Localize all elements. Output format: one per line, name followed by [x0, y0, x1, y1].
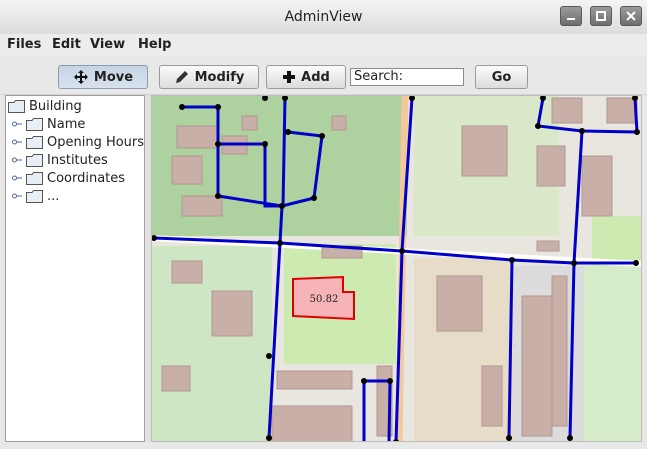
close-icon — [626, 11, 636, 21]
lawn-area-east — [592, 216, 641, 266]
move-label: Move — [93, 69, 134, 85]
tree-expand-icon — [12, 193, 22, 199]
tree-item-label: Coordinates — [47, 170, 126, 186]
folder-icon — [26, 117, 43, 131]
title-bar: AdminView — [0, 0, 647, 35]
tree-item-more[interactable]: ... — [12, 187, 59, 205]
go-label: Go — [491, 69, 512, 85]
tree-expand-icon — [12, 139, 22, 145]
map-canvas: 50.82 — [152, 96, 641, 441]
modify-button[interactable]: Modify — [159, 65, 259, 89]
tree-item-label: ... — [47, 188, 60, 204]
map-view[interactable]: 50.82 — [151, 95, 642, 442]
tree-item-opening-hours[interactable]: Opening Hours — [12, 133, 144, 151]
plus-icon — [283, 71, 296, 83]
building-tree: Building Name Opening Hours Institutes C… — [5, 95, 145, 442]
go-button[interactable]: Go — [475, 65, 528, 89]
toolbar: Move Modify Add Go — [0, 56, 647, 95]
move-button[interactable]: Move — [58, 65, 148, 89]
modify-label: Modify — [194, 69, 245, 85]
menu-view[interactable]: View — [90, 37, 125, 52]
minimize-button[interactable] — [560, 6, 582, 26]
tree-root-building[interactable]: Building — [8, 97, 82, 115]
pencil-icon — [175, 71, 188, 83]
close-button[interactable] — [620, 6, 642, 26]
maximize-icon — [596, 11, 606, 21]
minimize-icon — [567, 18, 575, 20]
tree-item-label: Name — [47, 116, 86, 132]
search-input[interactable]: Search: — [350, 68, 464, 86]
folder-icon — [26, 189, 43, 203]
tree-item-label: Opening Hours — [47, 134, 145, 150]
menu-bar: Files Edit View Help — [0, 34, 647, 56]
tree-item-name[interactable]: Name — [12, 115, 85, 133]
add-label: Add — [301, 69, 330, 85]
tree-root-label: Building — [29, 98, 82, 114]
maximize-button[interactable] — [590, 6, 612, 26]
folder-icon — [26, 153, 43, 167]
menu-help[interactable]: Help — [138, 37, 171, 52]
menu-files[interactable]: Files — [7, 37, 41, 52]
menu-edit[interactable]: Edit — [52, 37, 81, 52]
tree-item-coordinates[interactable]: Coordinates — [12, 169, 125, 187]
tree-expand-icon — [12, 175, 22, 181]
folder-icon — [8, 99, 25, 113]
move-icon — [73, 70, 88, 84]
garden-area — [152, 246, 272, 441]
tree-expand-icon — [12, 121, 22, 127]
tree-item-institutes[interactable]: Institutes — [12, 151, 108, 169]
green-strip — [584, 266, 641, 441]
folder-icon — [26, 135, 43, 149]
tree-expand-icon — [12, 157, 22, 163]
add-button[interactable]: Add — [266, 65, 346, 89]
selected-building-area: 50.82 — [310, 294, 339, 305]
tree-item-label: Institutes — [47, 152, 108, 168]
window-title: AdminView — [284, 9, 363, 25]
folder-icon — [26, 171, 43, 185]
